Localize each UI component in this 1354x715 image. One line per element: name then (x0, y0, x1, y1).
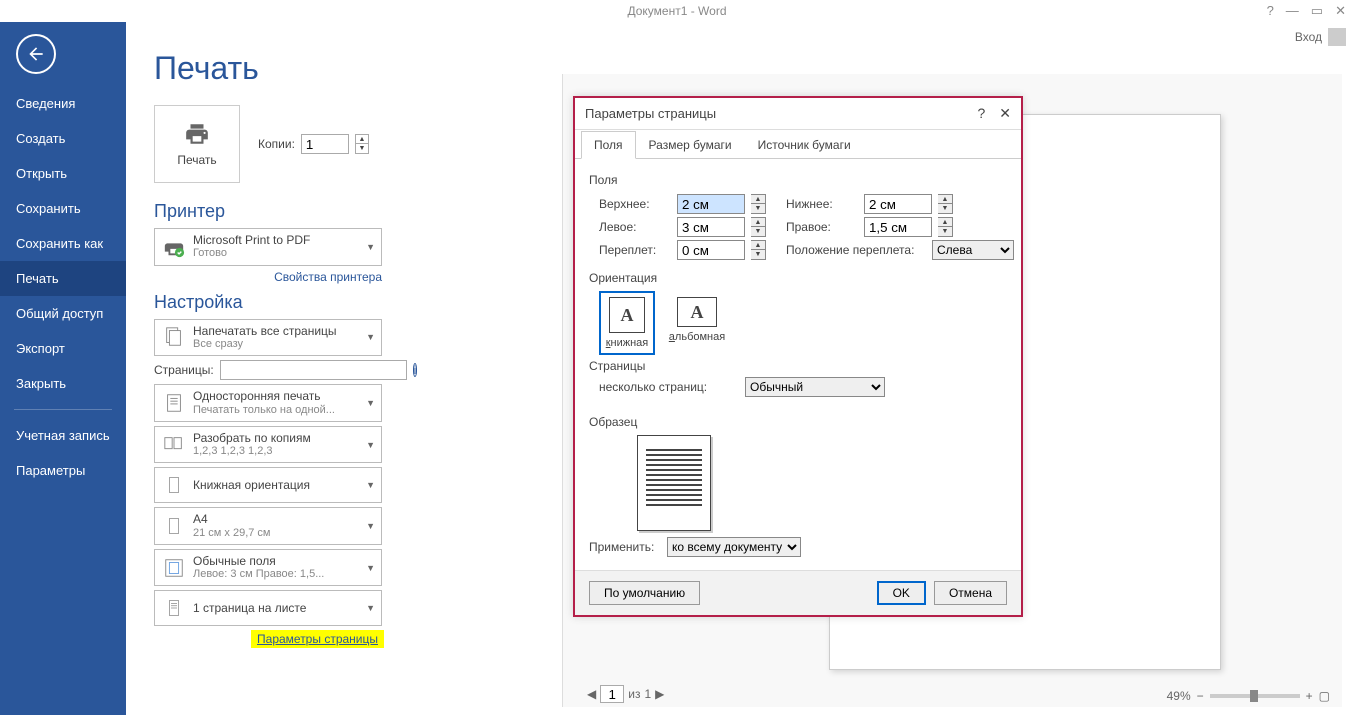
menu-share[interactable]: Общий доступ (0, 296, 126, 331)
pages-per-sheet-select[interactable]: 1 страница на листе ▼ (154, 590, 382, 626)
sample-group-label: Образец (589, 415, 1007, 429)
print-range-select[interactable]: Напечатать все страницыВсе сразу ▼ (154, 319, 382, 357)
menu-separator (14, 409, 112, 410)
window-controls: ? ― ▭ ✕ (1267, 3, 1346, 19)
zoom-in-button[interactable]: + (1306, 689, 1313, 703)
fit-page-button[interactable]: ▢ (1319, 689, 1330, 703)
chevron-down-icon: ▼ (366, 332, 375, 342)
chevron-down-icon: ▼ (366, 398, 375, 408)
menu-options[interactable]: Параметры (0, 453, 126, 488)
prev-page-button[interactable]: ◀ (587, 687, 596, 701)
chevron-down-icon: ▼ (366, 521, 375, 531)
pages-label: Страницы: (154, 363, 214, 377)
spinner[interactable]: ▲▼ (751, 240, 766, 260)
printer-section-title: Принтер (154, 201, 225, 222)
zoom-slider[interactable] (1210, 694, 1300, 698)
orientation-group-label: Ориентация (589, 271, 1007, 285)
copies-spinner[interactable]: ▲▼ (355, 134, 369, 154)
printer-icon (182, 121, 212, 147)
menu-save[interactable]: Сохранить (0, 191, 126, 226)
help-button[interactable]: ? (977, 105, 985, 122)
chevron-down-icon: ▼ (366, 603, 375, 613)
ok-button[interactable]: OK (877, 581, 926, 605)
spinner[interactable]: ▲▼ (938, 194, 953, 214)
printer-ready-icon (161, 234, 187, 260)
gutter-input[interactable] (677, 240, 745, 260)
pages-group-label: Страницы (589, 359, 1007, 373)
gutter-position-select[interactable]: Слева (932, 240, 1014, 260)
margin-left-input[interactable] (677, 217, 745, 237)
restore-icon[interactable]: ▭ (1311, 3, 1323, 19)
cancel-button[interactable]: Отмена (934, 581, 1007, 605)
help-icon[interactable]: ? (1267, 3, 1274, 19)
preview-nav: ◀ из 1 ▶ (587, 685, 664, 703)
margin-top-input[interactable] (677, 194, 745, 214)
sides-select[interactable]: Односторонняя печатьПечатать только на о… (154, 384, 382, 422)
window-title: Документ1 - Word (627, 4, 726, 18)
chevron-down-icon: ▼ (366, 440, 375, 450)
margin-right-input[interactable] (864, 217, 932, 237)
back-button[interactable] (16, 34, 56, 74)
print-button[interactable]: Печать (154, 105, 240, 183)
margins-group-label: Поля (589, 173, 1007, 187)
orientation-landscape-button[interactable]: A альбомная (669, 291, 725, 355)
tab-margins[interactable]: Поля (581, 131, 636, 159)
chevron-down-icon: ▼ (366, 242, 375, 252)
printer-select[interactable]: Microsoft Print to PDFГотово ▼ (154, 228, 382, 266)
page-setup-link[interactable]: Параметры страницы (251, 630, 384, 648)
menu-close[interactable]: Закрыть (0, 366, 126, 401)
spinner[interactable]: ▲▼ (938, 217, 953, 237)
minimize-icon[interactable]: ― (1286, 3, 1299, 19)
zoom-out-button[interactable]: − (1197, 689, 1204, 703)
menu-export[interactable]: Экспорт (0, 331, 126, 366)
margin-bottom-input[interactable] (864, 194, 932, 214)
close-button[interactable]: ✕ (999, 105, 1011, 122)
pages-icon (161, 324, 187, 350)
tab-paper-source[interactable]: Источник бумаги (745, 131, 864, 159)
chevron-down-icon: ▼ (366, 563, 375, 573)
spinner[interactable]: ▲▼ (751, 217, 766, 237)
multiple-pages-select[interactable]: Обычный (745, 377, 885, 397)
sample-preview (637, 435, 711, 531)
margins-icon (161, 555, 187, 581)
titlebar: Документ1 - Word ? ― ▭ ✕ (0, 0, 1354, 22)
paper-icon (161, 513, 187, 539)
spinner[interactable]: ▲▼ (751, 194, 766, 214)
menu-print[interactable]: Печать (0, 261, 126, 296)
copies-input[interactable] (301, 134, 349, 154)
orientation-portrait-button[interactable]: A книжная (599, 291, 655, 355)
pages-input[interactable] (220, 360, 407, 380)
paper-size-select[interactable]: A421 см x 29,7 см ▼ (154, 507, 382, 545)
apply-to-select[interactable]: ко всему документу (667, 537, 801, 557)
chevron-down-icon: ▼ (366, 480, 375, 490)
collate-icon (161, 432, 187, 458)
tab-paper-size[interactable]: Размер бумаги (636, 131, 745, 159)
page-number-input[interactable] (600, 685, 624, 703)
page-setup-dialog: Параметры страницы ? ✕ Поля Размер бумаги… (573, 96, 1023, 617)
menu-create[interactable]: Создать (0, 121, 126, 156)
zoom-percent: 49% (1167, 689, 1191, 703)
sheet-icon (161, 595, 187, 621)
collate-select[interactable]: Разобрать по копиям1,2,3 1,2,3 1,2,3 ▼ (154, 426, 382, 464)
menu-open[interactable]: Открыть (0, 156, 126, 191)
menu-account[interactable]: Учетная запись (0, 418, 126, 453)
dialog-title: Параметры страницы (585, 106, 716, 121)
copies-label: Копии: (258, 137, 295, 151)
backstage-sidebar: Сведения Создать Открыть Сохранить Сохра… (0, 22, 126, 715)
portrait-icon (161, 472, 187, 498)
menu-info[interactable]: Сведения (0, 86, 126, 121)
info-icon[interactable]: i (413, 363, 418, 377)
close-icon[interactable]: ✕ (1335, 3, 1346, 19)
orientation-select[interactable]: Книжная ориентация ▼ (154, 467, 382, 503)
next-page-button[interactable]: ▶ (655, 687, 664, 701)
set-default-button[interactable]: По умолчанию (589, 581, 700, 605)
margins-select[interactable]: Обычные поляЛевое: 3 см Правое: 1,5... ▼ (154, 549, 382, 587)
settings-section-title: Настройка (154, 292, 243, 313)
zoom-control: 49% − + ▢ (1167, 689, 1330, 703)
printer-properties-link[interactable]: Свойства принтера (274, 270, 382, 284)
oneside-icon (161, 390, 187, 416)
menu-saveas[interactable]: Сохранить как (0, 226, 126, 261)
